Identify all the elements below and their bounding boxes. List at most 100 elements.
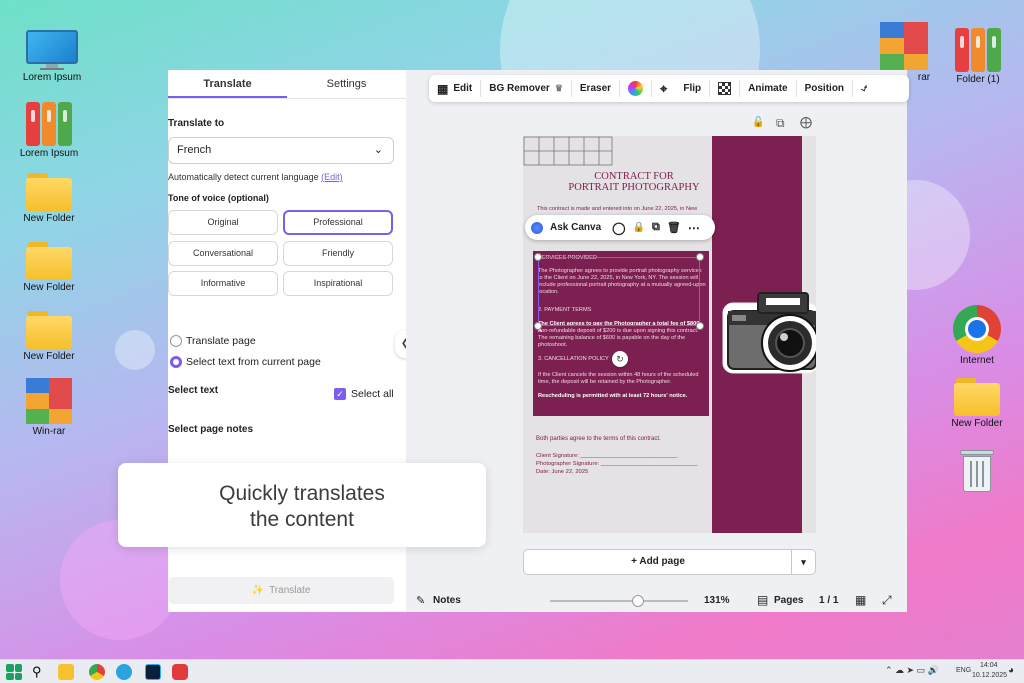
delete-icon[interactable]: 🗑 <box>667 221 681 234</box>
tone-conversational-button[interactable]: Conversational <box>168 241 278 266</box>
desktop-icon-label: Internet <box>960 355 994 366</box>
selection-handle[interactable] <box>696 253 704 261</box>
select-text-label: Select text <box>168 385 219 396</box>
pages-icon[interactable]: ▤ <box>757 593 768 607</box>
paint-format-button[interactable]: ⍻ <box>853 75 875 102</box>
crop-icon: ⌖ <box>660 80 668 96</box>
doc-date: Date: June 22, 2025 <box>536 469 589 475</box>
desktop-icon-folder[interactable]: New Folder <box>17 242 81 293</box>
eraser-button[interactable]: Eraser <box>572 75 619 102</box>
desktop-icon-label: New Folder <box>23 213 75 224</box>
binders-icon <box>26 102 72 146</box>
flip-button[interactable]: Flip <box>675 75 709 102</box>
radio-select-text[interactable] <box>170 356 182 368</box>
language-indicator[interactable]: ENG <box>956 667 971 674</box>
clock-time[interactable]: 14:04 <box>980 662 998 669</box>
tab-translate[interactable]: Translate <box>168 70 287 98</box>
edit-button[interactable]: ▦ Edit <box>429 75 480 102</box>
photoshop-icon[interactable] <box>145 664 161 680</box>
search-icon[interactable]: ⚲ <box>32 664 48 680</box>
tray-icons[interactable]: ⌃ ☁ ➤ ▭ 🔊 <box>885 665 939 676</box>
ask-canva-button[interactable]: Ask Canva <box>550 222 601 233</box>
chevron-down-icon[interactable]: ▾ <box>791 550 815 574</box>
crop-button[interactable]: ⌖ <box>652 75 675 102</box>
design-page[interactable]: CONTRACT FOR PORTRAIT PHOTOGRAPHY This c… <box>523 136 816 533</box>
color-adjust-button[interactable] <box>620 75 651 102</box>
desktop-icon-folder[interactable]: New Folder <box>17 173 81 224</box>
decorative-blob <box>115 330 155 370</box>
desktop-icon-binders[interactable]: Folder (1) <box>946 28 1010 85</box>
feature-caption: Quickly translates the content <box>118 463 486 547</box>
language-value: French <box>177 144 212 156</box>
desktop-icon-winrar[interactable]: Win-rar <box>17 378 81 437</box>
grid-view-icon[interactable]: ▦ <box>855 593 866 607</box>
lock-icon[interactable]: 🔒 <box>633 222 645 233</box>
winrar-icon <box>880 22 928 70</box>
tone-friendly-button[interactable]: Friendly <box>283 241 393 266</box>
caption-line-1: Quickly translates <box>219 482 385 505</box>
selection-handle[interactable] <box>696 322 704 330</box>
text-selection-box[interactable] <box>538 257 700 326</box>
caption-line-2: the content <box>250 508 354 531</box>
desktop-icon-binders[interactable]: Lorem Ipsum <box>17 102 81 159</box>
agree-text: Both parties agree to the terms of this … <box>536 436 661 442</box>
zoom-slider-handle[interactable] <box>632 595 644 607</box>
desktop-icon-label: New Folder <box>23 351 75 362</box>
telegram-icon[interactable] <box>116 664 132 680</box>
cancel-body: If the Client cancels the session within… <box>538 372 699 385</box>
add-page-button[interactable]: + Add page <box>524 550 792 574</box>
start-icon[interactable] <box>6 664 22 680</box>
zoom-level[interactable]: 131% <box>704 595 730 606</box>
add-page-icon[interactable]: ⨁ <box>800 115 812 129</box>
desktop-icon-folder[interactable]: New Folder <box>17 311 81 362</box>
zoom-slider-track[interactable] <box>550 600 688 602</box>
globe-icon[interactable]: ◕ <box>1008 665 1014 676</box>
desktop-icon-folder[interactable]: New Folder <box>945 378 1009 429</box>
select-all-checkbox[interactable]: ✓ <box>334 388 346 400</box>
fullscreen-icon[interactable]: ⤢ <box>882 593 892 608</box>
reschedule-text: Rescheduling is permitted with at least … <box>538 393 688 399</box>
animate-button[interactable]: Animate <box>740 75 795 102</box>
rotate-handle[interactable]: ↻ <box>612 351 628 367</box>
position-button[interactable]: Position <box>797 75 852 102</box>
folder-icon <box>26 173 72 211</box>
desktop-icon-recycle-bin[interactable] <box>945 448 1009 494</box>
translate-button[interactable]: ✨ Translate <box>168 577 394 604</box>
desktop-icon-chrome[interactable]: Internet <box>945 305 1009 366</box>
selection-handle[interactable] <box>534 253 542 261</box>
detect-edit-link[interactable]: (Edit) <box>321 172 343 182</box>
lock-icon[interactable]: 🔓 <box>752 117 764 128</box>
tone-original-button[interactable]: Original <box>168 210 278 235</box>
ask-canva-bar: Ask Canva ◯ 🔒 ⧉ 🗑 ⋯ <box>525 215 715 240</box>
clock-date[interactable]: 10.12.2025 <box>972 672 1007 679</box>
comment-add-icon[interactable]: ◯ <box>612 221 625 235</box>
selection-handle[interactable] <box>534 322 542 330</box>
camera-sticker[interactable] <box>718 271 816 381</box>
language-select[interactable]: French ⌄ <box>168 137 394 164</box>
notes-button[interactable]: Notes <box>433 595 461 606</box>
chrome-icon[interactable] <box>89 664 105 680</box>
pages-button[interactable]: Pages <box>774 595 803 606</box>
duplicate-page-icon[interactable]: ⧉ <box>776 116 785 131</box>
app-icon[interactable] <box>172 664 188 680</box>
binders-icon <box>955 28 1001 72</box>
page-counter[interactable]: 1 / 1 <box>819 595 838 606</box>
desktop-icon-label: Folder (1) <box>956 74 1000 85</box>
file-explorer-icon[interactable] <box>58 664 74 680</box>
desktop-icon-label: New Folder <box>951 418 1003 429</box>
bg-remover-button[interactable]: BG Remover ♛ <box>481 75 571 102</box>
checkerboard-icon <box>718 82 732 95</box>
tab-settings[interactable]: Settings <box>287 70 406 98</box>
panel-tabs: Translate Settings <box>168 70 406 99</box>
taskbar: ⚲ ⌃ ☁ ➤ ▭ 🔊 ENG 14:04 10.12.2025 ◕ <box>0 659 1024 683</box>
payment-body: non-refundable deposit of $200 is due up… <box>538 328 699 348</box>
duplicate-icon[interactable]: ⧉ <box>652 221 660 234</box>
more-options-icon[interactable]: ⋯ <box>688 221 700 235</box>
tone-inspirational-button[interactable]: Inspirational <box>283 271 393 296</box>
transparency-button[interactable] <box>710 75 739 102</box>
tone-professional-button[interactable]: Professional <box>283 210 393 235</box>
notes-icon[interactable]: ✎ <box>416 594 425 607</box>
radio-translate-page[interactable] <box>170 335 182 347</box>
desktop-icon-monitor[interactable]: Lorem Ipsum <box>20 30 84 83</box>
tone-informative-button[interactable]: Informative <box>168 271 278 296</box>
